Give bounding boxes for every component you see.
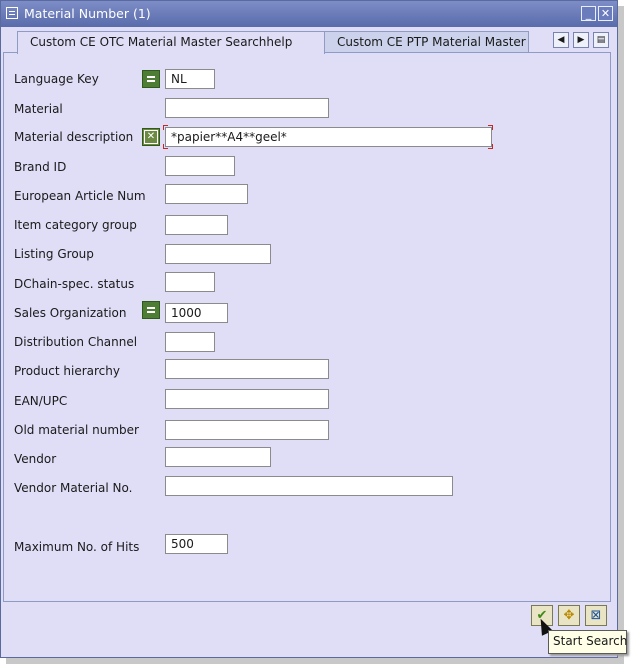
label-maximum-no-of-hits: Maximum No. of Hits [14, 540, 140, 554]
cancel-icon: ⊠ [590, 608, 602, 623]
equals-operator-icon[interactable] [142, 301, 160, 319]
required-marker [163, 125, 168, 130]
window-title: Material Number (1) [24, 6, 151, 21]
start-search-tooltip: Start Search [548, 630, 627, 654]
title-bar[interactable]: Material Number (1) _ ✕ [1, 1, 617, 27]
dchain-spec-status-input[interactable] [165, 272, 215, 292]
old-material-number-input[interactable] [165, 420, 329, 440]
tab-scroll-right-icon[interactable]: ▶ [573, 32, 589, 48]
label-language-key: Language Key [14, 72, 99, 86]
label-item-category-group: Item category group [14, 218, 137, 232]
label-brand-id: Brand ID [14, 160, 67, 174]
equals-operator-icon[interactable] [142, 70, 160, 88]
tab-strip: Custom CE OTC Material Master Searchhelp… [1, 27, 617, 54]
required-marker [163, 144, 168, 149]
sales-organization-input[interactable]: 1000 [165, 303, 228, 323]
listing-group-input[interactable] [165, 244, 271, 264]
dialog-window: Material Number (1) _ ✕ Custom CE OTC Ma… [0, 0, 618, 658]
material-description-input[interactable]: *papier**A4**geel* [165, 127, 492, 147]
multiple-selection-icon: ✥ [563, 608, 575, 623]
european-article-num-input[interactable] [165, 184, 248, 204]
label-european-article-num: European Article Num [14, 189, 146, 203]
cancel-button[interactable]: ⊠ [585, 605, 607, 626]
tab-otc-searchhelp[interactable]: Custom CE OTC Material Master Searchhelp [17, 31, 325, 54]
tab-scroll-left-icon[interactable]: ◀ [553, 32, 569, 48]
label-old-material-number: Old material number [14, 423, 139, 437]
label-ean-upc: EAN/UPC [14, 394, 68, 408]
product-hierarchy-input[interactable] [165, 359, 329, 379]
label-sales-organization: Sales Organization [14, 306, 127, 320]
distribution-channel-input[interactable] [165, 332, 215, 352]
multiple-selection-button[interactable]: ✥ [558, 605, 580, 626]
label-distribution-channel: Distribution Channel [14, 335, 138, 349]
label-vendor: Vendor [14, 452, 57, 466]
required-marker [488, 125, 493, 130]
vendor-input[interactable] [165, 447, 271, 467]
tab-ptp-material-master[interactable]: Custom CE PTP Material Master ... [324, 31, 529, 53]
minimize-button[interactable]: _ [581, 6, 596, 21]
language-key-input[interactable]: NL [165, 69, 215, 89]
ean-upc-input[interactable] [165, 389, 329, 409]
tab-list-icon[interactable]: ▤ [593, 32, 609, 48]
maximum-hits-input[interactable]: 500 [165, 534, 228, 554]
required-marker [488, 144, 493, 149]
label-dchain-spec-status: DChain-spec. status [14, 277, 135, 291]
vendor-material-no-input[interactable] [165, 476, 453, 496]
brand-id-input[interactable] [165, 156, 235, 176]
label-material-description: Material description [14, 130, 134, 144]
tab-label: Custom CE PTP Material Master ... [337, 35, 529, 49]
exclude-operator-icon[interactable]: ✕ [142, 128, 160, 146]
label-product-hierarchy: Product hierarchy [14, 364, 120, 378]
label-material: Material [14, 102, 63, 116]
window-icon [6, 7, 18, 19]
material-input[interactable] [165, 98, 329, 118]
close-window-button[interactable]: ✕ [598, 6, 613, 21]
label-listing-group: Listing Group [14, 247, 94, 261]
item-category-group-input[interactable] [165, 215, 228, 235]
tab-label: Custom CE OTC Material Master Searchhelp [30, 35, 293, 49]
label-vendor-material-no: Vendor Material No. [14, 481, 133, 495]
